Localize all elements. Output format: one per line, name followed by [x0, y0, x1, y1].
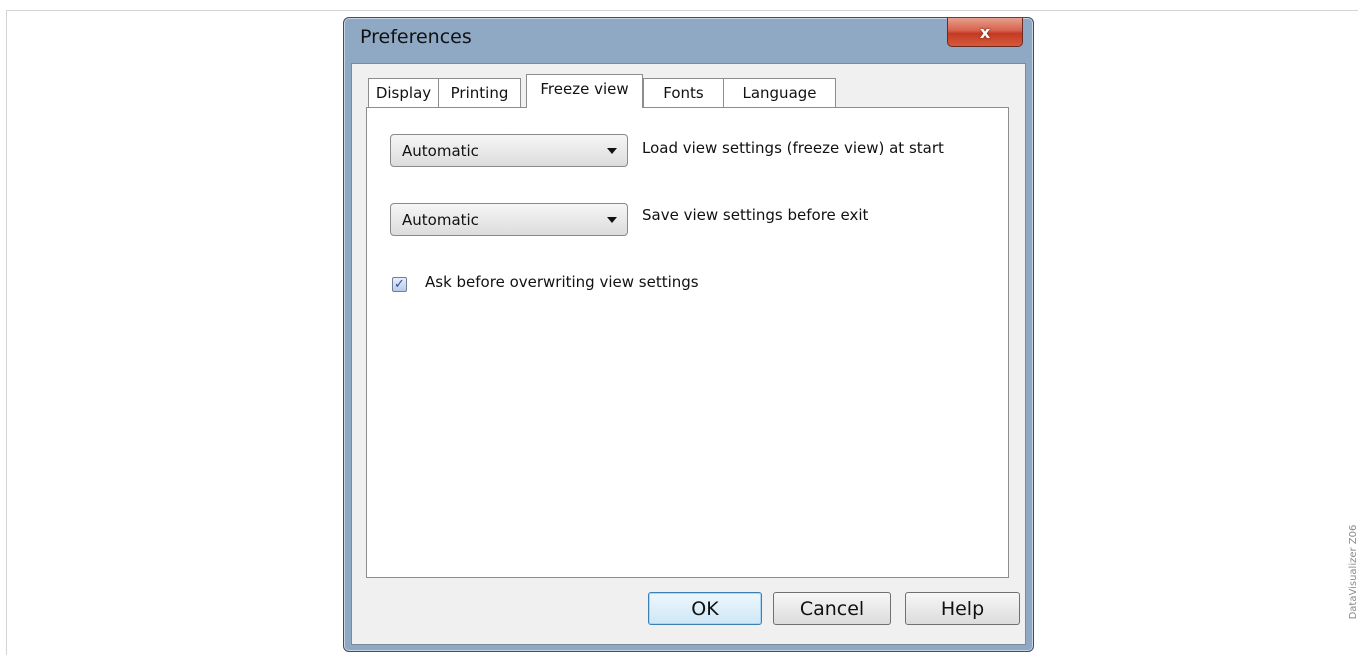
load-settings-dropdown[interactable]: Automatic [390, 134, 628, 167]
button-label: Cancel [799, 597, 865, 620]
preferences-dialog: Preferences x Display Printing Freeze vi… [343, 17, 1034, 652]
save-settings-label: Save view settings before exit [642, 206, 869, 224]
tab-label: Fonts [663, 84, 704, 102]
dialog-client-area: Display Printing Freeze view Fonts Langu… [351, 63, 1026, 645]
ask-overwrite-checkbox[interactable]: ✓ [392, 277, 407, 292]
dialog-title: Preferences [360, 26, 472, 48]
dropdown-value: Automatic [402, 211, 479, 229]
ok-button[interactable]: OK [648, 592, 762, 625]
tab-printing[interactable]: Printing [438, 78, 521, 107]
freeze-view-panel: Automatic Load view settings (freeze vie… [366, 107, 1009, 578]
tab-label: Freeze view [540, 79, 629, 98]
tab-freeze-view[interactable]: Freeze view [526, 74, 643, 108]
side-caption: DataVisualizer Z06 [1348, 524, 1359, 620]
tab-language[interactable]: Language [723, 78, 836, 107]
chevron-down-icon [607, 217, 617, 223]
ask-overwrite-label: Ask before overwriting view settings [425, 273, 699, 291]
tab-label: Printing [450, 84, 509, 102]
tab-fonts[interactable]: Fonts [643, 78, 724, 107]
close-icon: x [979, 22, 991, 42]
button-label: OK [691, 597, 719, 620]
tab-label: Language [742, 84, 817, 102]
close-button[interactable]: x [947, 18, 1023, 47]
cancel-button[interactable]: Cancel [773, 592, 891, 625]
chevron-down-icon [607, 148, 617, 154]
tab-label: Display [375, 84, 432, 102]
button-label: Help [940, 597, 985, 620]
help-button[interactable]: Help [905, 592, 1020, 625]
checkmark-icon: ✓ [394, 277, 405, 292]
load-settings-label: Load view settings (freeze view) at star… [642, 139, 944, 157]
save-settings-dropdown[interactable]: Automatic [390, 203, 628, 236]
dropdown-value: Automatic [402, 142, 479, 160]
tab-display[interactable]: Display [368, 78, 439, 107]
